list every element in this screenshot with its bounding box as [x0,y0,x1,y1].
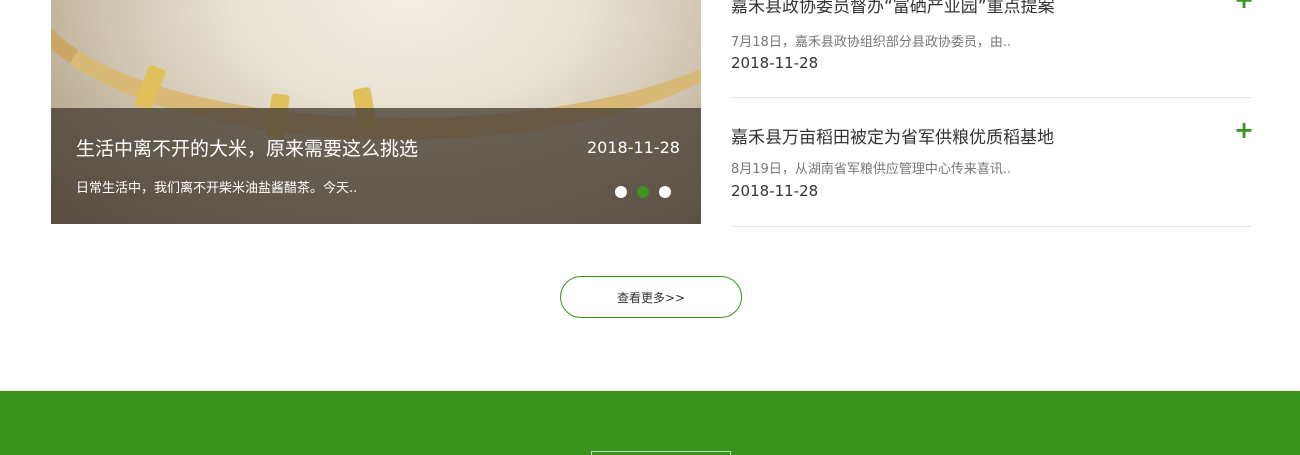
news-summary: 8月19日，从湖南省军粮供应管理中心传来喜讯.. [731,162,1012,177]
news-item[interactable]: 嘉禾县政协委员督办“富硒产业园”重点提案 + 7月18日，嘉禾县政协组织部分县政… [731,0,1254,98]
news-item[interactable]: 嘉禾县万亩稻田被定为省军供粮优质稻基地 + 8月19日，从湖南省军粮供应管理中心… [731,97,1254,227]
news-title[interactable]: 嘉禾县万亩稻田被定为省军供粮优质稻基地 [731,123,1054,148]
plus-icon[interactable]: + [1234,118,1254,142]
news-summary: 7月18日，嘉禾县政协组织部分县政协委员，由.. [731,35,1012,50]
slide-date: 2018-11-28 [587,138,680,157]
featured-slide[interactable]: 生活中离不开的大米，原来需要这么挑选 2018-11-28 日常生活中，我们离不… [51,0,701,224]
footer [0,391,1300,455]
carousel-dot[interactable] [659,186,671,198]
news-date: 2018-11-28 [731,54,819,72]
footer-box [591,451,731,455]
view-more-button[interactable]: 查看更多>> [560,276,742,318]
carousel-dot-active[interactable] [637,186,649,198]
slide-caption-overlay [51,108,701,224]
carousel-dots [615,186,671,198]
news-date: 2018-11-28 [731,182,819,200]
plus-icon[interactable]: + [1234,0,1254,12]
slide-description: 日常生活中，我们离不开柴米油盐酱醋茶。今天.. [76,181,358,196]
slide-title[interactable]: 生活中离不开的大米，原来需要这么挑选 [76,134,418,161]
carousel-dot[interactable] [615,186,627,198]
news-title[interactable]: 嘉禾县政协委员督办“富硒产业园”重点提案 [731,0,1055,17]
